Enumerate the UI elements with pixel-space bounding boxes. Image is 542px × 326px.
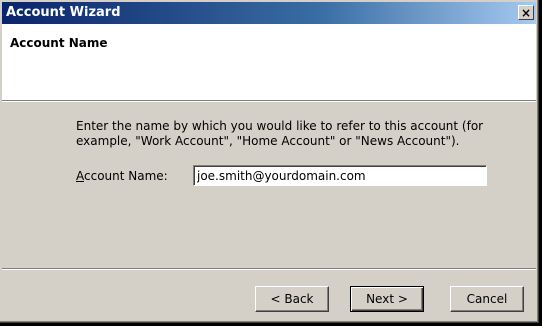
- header-divider: [2, 100, 536, 102]
- page-title: Account Name: [10, 36, 108, 50]
- close-button[interactable]: ×: [518, 5, 534, 20]
- account-name-label: Account Name:: [76, 169, 168, 183]
- next-button[interactable]: Next >: [350, 286, 424, 312]
- close-icon: ×: [520, 6, 532, 20]
- account-name-label-text: ccount Name:: [84, 169, 168, 183]
- back-button[interactable]: < Back: [255, 286, 329, 312]
- cancel-button[interactable]: Cancel: [450, 286, 524, 312]
- window-title: Account Wizard: [6, 5, 121, 20]
- accesskey-letter: A: [76, 169, 84, 183]
- footer-divider: [2, 268, 536, 270]
- title-bar[interactable]: Account Wizard ×: [2, 2, 536, 24]
- account-wizard-window: Account Wizard × Account Name Enter the …: [0, 0, 539, 323]
- instructions-text: Enter the name by which you would like t…: [76, 119, 484, 148]
- account-name-input[interactable]: [193, 165, 487, 186]
- wizard-header: Account Name: [2, 24, 536, 100]
